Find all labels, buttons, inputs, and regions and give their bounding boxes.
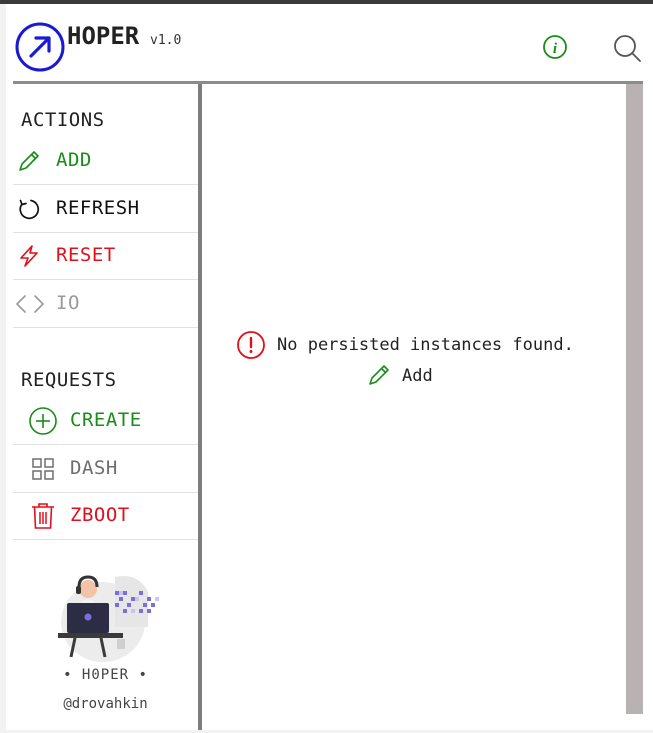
lightning-icon: [20, 245, 38, 267]
trash-icon: [32, 503, 54, 529]
requests-section-title: REQUESTS: [21, 369, 117, 391]
sidebar-item-label: REFRESH: [56, 197, 140, 219]
main-panel: [202, 84, 626, 730]
logo-arrow-icon: [15, 22, 65, 72]
plus-circle-icon: [29, 407, 57, 435]
sidebar-item-label: CREATE: [70, 409, 142, 431]
app-version: v1.0: [150, 33, 182, 48]
refresh-icon: [19, 199, 40, 220]
sidebar: ACTIONS ADD REFRESH RESET IO REQUESTS CR…: [13, 84, 198, 730]
warning-circle-icon: [237, 331, 265, 359]
credit-handle: @drovahkin: [63, 696, 148, 712]
sidebar-item-reset[interactable]: RESET: [13, 232, 198, 280]
hoper-popup: HOPER v1.0 i ACTIONS ADD REFRESH RESET I…: [6, 4, 653, 730]
header: HOPER v1.0 i: [6, 4, 653, 81]
sidebar-item-add[interactable]: ADD: [13, 137, 198, 185]
sidebar-item-label: ADD: [56, 149, 92, 171]
code-brackets-icon: [16, 295, 44, 313]
sidebar-item-zboot[interactable]: ZBOOT: [13, 492, 198, 540]
pencil-icon: [19, 151, 39, 171]
add-link-label: Add: [402, 366, 433, 386]
svg-text:i: i: [553, 41, 558, 57]
sidebar-item-dash[interactable]: DASH: [13, 445, 198, 493]
sidebar-item-create[interactable]: CREATE: [13, 397, 198, 445]
pencil-icon: [369, 365, 389, 385]
sidebar-item-label: IO: [56, 292, 80, 314]
vertical-scrollbar[interactable]: [626, 84, 643, 714]
sidebar-item-label: DASH: [70, 457, 118, 479]
actions-section-title: ACTIONS: [21, 109, 105, 131]
sidebar-item-label: ZBOOT: [70, 504, 130, 526]
developer-illustration: [58, 575, 159, 662]
search-icon[interactable]: [612, 33, 642, 63]
sidebar-item-io[interactable]: IO: [13, 280, 198, 328]
grid-icon: [32, 458, 54, 480]
info-icon[interactable]: i: [542, 34, 568, 60]
sidebar-item-label: RESET: [56, 244, 116, 266]
sidebar-item-refresh[interactable]: REFRESH: [13, 185, 198, 233]
credit-name: • H0PER •: [63, 667, 148, 683]
app-title: HOPER: [67, 22, 140, 50]
empty-state-text: No persisted instances found.: [277, 335, 574, 355]
